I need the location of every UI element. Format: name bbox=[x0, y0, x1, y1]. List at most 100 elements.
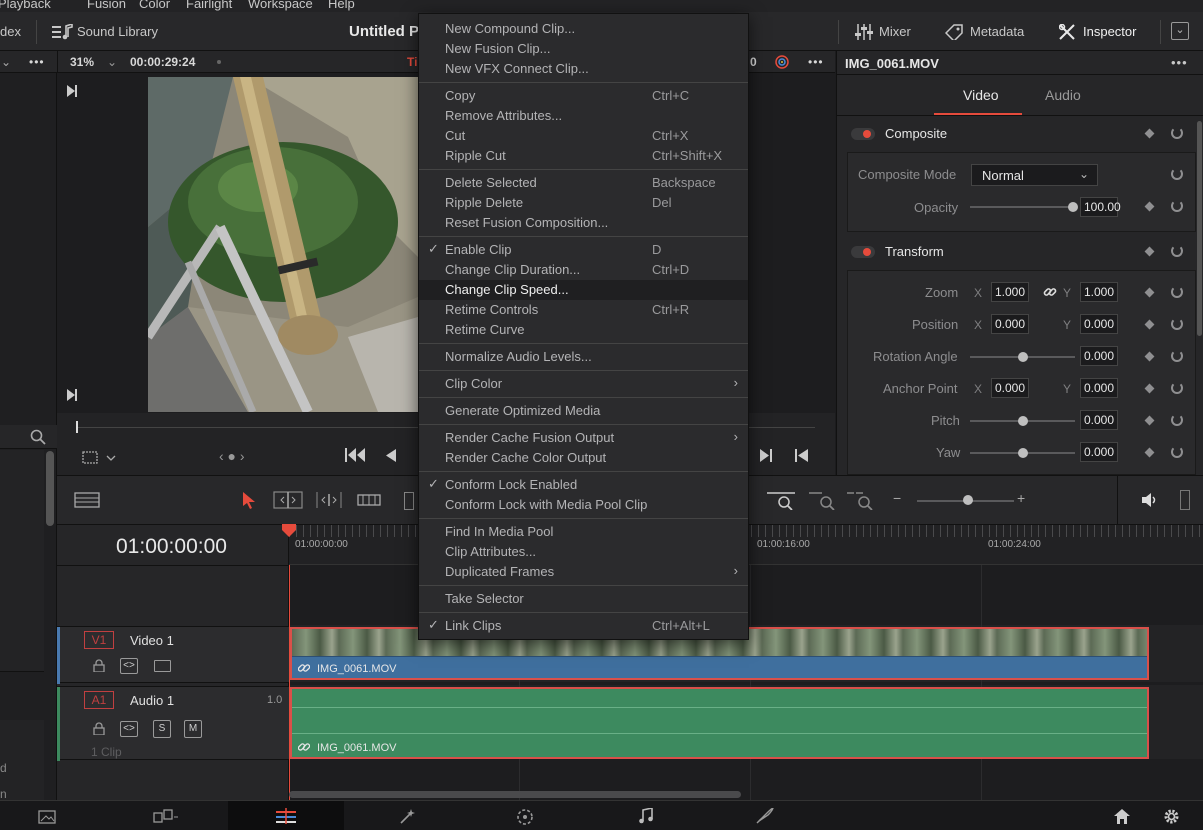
color-wheel-icon[interactable] bbox=[773, 54, 791, 73]
anchor-y-field[interactable]: 0.000 bbox=[1080, 378, 1118, 398]
transform-toggle[interactable] bbox=[851, 246, 875, 258]
zoom-x-field[interactable]: 1.000 bbox=[991, 282, 1029, 302]
media-page-icon[interactable] bbox=[38, 810, 56, 827]
menu-item-duplicated-frames[interactable]: Duplicated Frames › bbox=[419, 562, 748, 582]
inspector-button[interactable]: Inspector bbox=[1083, 24, 1136, 39]
menu-item-cut[interactable]: Cut Ctrl+X bbox=[419, 126, 748, 146]
lock-icon[interactable] bbox=[93, 659, 105, 675]
audio-clip[interactable]: IMG_0061.MOV bbox=[290, 687, 1149, 759]
mixer-button[interactable]: Mixer bbox=[879, 24, 911, 39]
reset-icon[interactable] bbox=[1171, 414, 1183, 426]
zoom-dropdown-icon[interactable]: ⌄ bbox=[107, 55, 117, 69]
more-options-icon[interactable]: ••• bbox=[1171, 55, 1188, 70]
menu-item-clip-attributes[interactable]: Clip Attributes... bbox=[419, 542, 748, 562]
metadata-button[interactable]: Metadata bbox=[970, 24, 1024, 39]
position-y-field[interactable]: 0.000 bbox=[1080, 314, 1118, 334]
left-scrollbar[interactable] bbox=[46, 451, 54, 526]
mute-button[interactable]: M bbox=[184, 720, 202, 738]
menu-item-retime-curve[interactable]: Retime Curve bbox=[419, 320, 748, 340]
opacity-slider-knob[interactable] bbox=[1068, 202, 1078, 212]
menu-playback[interactable]: Playback bbox=[0, 0, 51, 11]
menu-item-new-vfx-connect-clip[interactable]: New VFX Connect Clip... bbox=[419, 59, 748, 79]
menu-fairlight[interactable]: Fairlight bbox=[186, 0, 232, 11]
viewer-options-icon[interactable] bbox=[82, 451, 116, 468]
menu-item-ripple-cut[interactable]: Ripple Cut Ctrl+Shift+X bbox=[419, 146, 748, 166]
menu-item-conform-lock-with-media-pool-clip[interactable]: Conform Lock with Media Pool Clip bbox=[419, 495, 748, 515]
gear-icon[interactable] bbox=[1163, 808, 1180, 828]
forward-icon[interactable] bbox=[760, 449, 773, 465]
menu-item-copy[interactable]: Copy Ctrl+C bbox=[419, 86, 748, 106]
menu-item-conform-lock-enabled[interactable]: ✓ Conform Lock Enabled bbox=[419, 475, 748, 495]
zoom-y-field[interactable]: 1.000 bbox=[1080, 282, 1118, 302]
v1-badge[interactable]: V1 bbox=[84, 631, 114, 649]
solo-button[interactable]: S bbox=[153, 720, 171, 738]
timeline-view-options-icon[interactable] bbox=[74, 492, 100, 511]
opacity-value[interactable]: 100.00 bbox=[1080, 197, 1121, 217]
more-options-icon[interactable]: ••• bbox=[29, 55, 45, 69]
zoom-out-icon[interactable]: − bbox=[893, 490, 901, 506]
menu-item-reset-fusion-composition[interactable]: Reset Fusion Composition... bbox=[419, 213, 748, 233]
zoom-level[interactable]: 31% bbox=[70, 55, 94, 69]
video-track-name[interactable]: Video 1 bbox=[130, 633, 174, 648]
a1-badge[interactable]: A1 bbox=[84, 691, 114, 709]
last-frame-icon[interactable] bbox=[66, 389, 78, 404]
reset-icon[interactable] bbox=[1171, 200, 1183, 212]
auto-select-icon[interactable]: <> bbox=[120, 721, 138, 737]
link-icon[interactable] bbox=[1043, 285, 1057, 302]
reset-icon[interactable] bbox=[1171, 168, 1183, 180]
menu-item-new-compound-clip[interactable]: New Compound Clip... bbox=[419, 19, 748, 39]
playhead-marker[interactable] bbox=[76, 421, 78, 433]
expand-chevron-icon[interactable]: ⌄ bbox=[1171, 22, 1189, 40]
tab-video[interactable]: Video bbox=[963, 87, 999, 103]
reset-icon[interactable] bbox=[1171, 382, 1183, 394]
playhead-icon[interactable] bbox=[281, 524, 297, 541]
reset-icon[interactable] bbox=[1171, 286, 1183, 298]
sound-library-button[interactable]: Sound Library bbox=[77, 24, 158, 39]
selection-tool-icon[interactable] bbox=[242, 491, 256, 512]
zoom-detail-icon[interactable] bbox=[808, 490, 838, 513]
chevron-down-icon[interactable]: ⌄ bbox=[1, 55, 11, 69]
composite-mode-select[interactable]: Normal ⌄ bbox=[971, 164, 1098, 186]
menu-item-find-in-media-pool[interactable]: Find In Media Pool bbox=[419, 522, 748, 542]
skip-to-start-icon[interactable] bbox=[345, 448, 365, 465]
deliver-page-icon[interactable] bbox=[756, 806, 775, 827]
menu-help[interactable]: Help bbox=[328, 0, 355, 11]
search-icon[interactable] bbox=[30, 429, 46, 448]
rotation-slider-knob[interactable] bbox=[1018, 352, 1028, 362]
menu-item-take-selector[interactable]: Take Selector bbox=[419, 589, 748, 609]
timeline-timecode[interactable]: 01:00:00:00 bbox=[116, 535, 227, 559]
track-enable-icon[interactable] bbox=[154, 660, 171, 672]
menu-item-delete-selected[interactable]: Delete Selected Backspace bbox=[419, 173, 748, 193]
rotation-value[interactable]: 0.000 bbox=[1080, 346, 1118, 366]
reset-icon[interactable] bbox=[1171, 350, 1183, 362]
timeline-h-scrollbar[interactable] bbox=[289, 791, 741, 798]
menu-item-render-cache-fusion-output[interactable]: Render Cache Fusion Output › bbox=[419, 428, 748, 448]
opacity-slider[interactable] bbox=[970, 206, 1075, 208]
reset-icon[interactable] bbox=[1171, 318, 1183, 330]
tab-audio[interactable]: Audio bbox=[1045, 87, 1081, 103]
menu-item-link-clips[interactable]: ✓ Link Clips Ctrl+Alt+L bbox=[419, 616, 748, 636]
menu-fusion[interactable]: Fusion bbox=[87, 0, 126, 11]
first-frame-icon[interactable] bbox=[66, 85, 78, 100]
reset-icon[interactable] bbox=[1171, 245, 1183, 257]
inspector-scrollbar[interactable] bbox=[1197, 121, 1202, 336]
menu-item-enable-clip[interactable]: ✓ Enable Clip D bbox=[419, 240, 748, 260]
keyframe-diamond-icon[interactable] bbox=[1144, 128, 1155, 139]
color-page-icon[interactable] bbox=[516, 808, 534, 829]
cut-page-icon[interactable] bbox=[153, 809, 179, 828]
yaw-value[interactable]: 0.000 bbox=[1080, 442, 1118, 462]
menu-item-new-fusion-clip[interactable]: New Fusion Clip... bbox=[419, 39, 748, 59]
zoom-full-icon[interactable] bbox=[766, 490, 796, 513]
menu-item-generate-optimized-media[interactable]: Generate Optimized Media bbox=[419, 401, 748, 421]
fairlight-page-icon[interactable] bbox=[638, 807, 654, 827]
skip-to-end-icon[interactable] bbox=[795, 449, 808, 465]
zoom-in-icon[interactable]: + bbox=[1017, 490, 1025, 506]
timeline-zoom-knob[interactable] bbox=[963, 495, 973, 505]
reverse-icon[interactable] bbox=[386, 449, 396, 465]
home-icon[interactable] bbox=[1114, 809, 1130, 827]
anchor-x-field[interactable]: 0.000 bbox=[991, 378, 1029, 398]
position-x-field[interactable]: 0.000 bbox=[991, 314, 1029, 334]
menu-item-remove-attributes[interactable]: Remove Attributes... bbox=[419, 106, 748, 126]
dynamic-trim-icon[interactable] bbox=[314, 490, 344, 513]
pitch-value[interactable]: 0.000 bbox=[1080, 410, 1118, 430]
